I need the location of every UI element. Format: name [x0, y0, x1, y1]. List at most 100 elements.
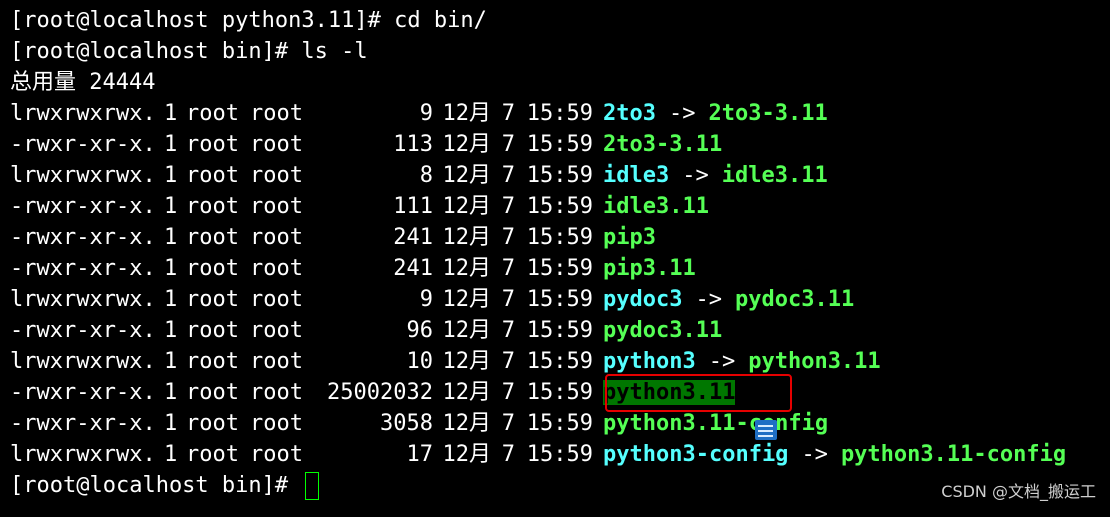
- file-name[interactable]: idle3.11: [603, 194, 709, 219]
- file-name[interactable]: 2to3-3.11: [603, 132, 722, 157]
- symlink-target[interactable]: python3.11: [748, 349, 880, 374]
- day: 7: [501, 132, 515, 157]
- symlink-target[interactable]: pydoc3.11: [735, 287, 854, 312]
- permissions: -rwxr-xr-x.: [10, 194, 156, 219]
- symlink-arrow: ->: [695, 287, 722, 312]
- time: 15:59: [526, 256, 593, 281]
- file-size: 17: [406, 442, 434, 467]
- list-popup-icon[interactable]: [755, 420, 777, 440]
- terminal-window[interactable]: [root@localhost python3.11]# cd bin/ [ro…: [0, 0, 1110, 517]
- month: 12月: [442, 101, 492, 126]
- symlink-target[interactable]: 2to3-3.11: [708, 101, 827, 126]
- day: 7: [501, 194, 515, 219]
- owner: root: [186, 287, 239, 312]
- file-name[interactable]: python3.11-config: [603, 411, 828, 436]
- link-count: 1: [164, 442, 178, 467]
- symlink-arrow: ->: [801, 442, 828, 467]
- link-count: 1: [164, 380, 178, 405]
- file-name[interactable]: python3-config: [603, 442, 788, 467]
- listing-row: -rwxr-xr-x. 1 root root 3058 12月 7 15:59 python3…: [10, 408, 1110, 439]
- symlink-target[interactable]: idle3.11: [722, 163, 828, 188]
- owner: root: [186, 132, 239, 157]
- owner: root: [186, 163, 239, 188]
- time: 15:59: [526, 287, 593, 312]
- link-count: 1: [164, 349, 178, 374]
- link-count: 1: [164, 132, 178, 157]
- command-text: ls -l: [301, 39, 368, 64]
- month: 12月: [442, 380, 492, 405]
- file-name[interactable]: pip3.11: [603, 256, 696, 281]
- link-count: 1: [164, 194, 178, 219]
- link-count: 1: [164, 101, 178, 126]
- time: 15:59: [526, 225, 593, 250]
- symlink-target[interactable]: python3.11-config: [841, 442, 1066, 467]
- command-line-ls: [root@localhost bin]# ls -l: [10, 36, 1110, 67]
- time: 15:59: [526, 318, 593, 343]
- day: 7: [501, 225, 515, 250]
- file-name[interactable]: pydoc3: [603, 287, 682, 312]
- owner: root: [186, 442, 239, 467]
- day: 7: [501, 101, 515, 126]
- permissions: -rwxr-xr-x.: [10, 318, 156, 343]
- listing-row: -rwxr-xr-x. 1 root root 25002032 12月 7 15:59 pyt…: [10, 377, 1110, 408]
- file-name[interactable]: 2to3: [603, 101, 656, 126]
- permissions: lrwxrwxrwx.: [10, 287, 156, 312]
- file-name[interactable]: idle3: [603, 163, 669, 188]
- time: 15:59: [526, 380, 593, 405]
- owner: root: [186, 349, 239, 374]
- listing-row: -rwxr-xr-x. 1 root root 113 12月 7 15:59 2to3-3.1…: [10, 129, 1110, 160]
- link-count: 1: [164, 318, 178, 343]
- group: root: [250, 287, 303, 312]
- symlink-arrow: ->: [708, 349, 736, 374]
- file-size: 10: [406, 349, 434, 374]
- group: root: [250, 380, 303, 405]
- time: 15:59: [526, 163, 593, 188]
- permissions: -rwxr-xr-x.: [10, 132, 156, 157]
- day: 7: [501, 256, 515, 281]
- cursor: [305, 472, 320, 500]
- listing-row: -rwxr-xr-x. 1 root root 241 12月 7 15:59 pip3.11: [10, 253, 1110, 284]
- group: root: [250, 194, 303, 219]
- link-count: 1: [164, 163, 178, 188]
- listing-row: -rwxr-xr-x. 1 root root 241 12月 7 15:59 pip3: [10, 222, 1110, 253]
- permissions: -rwxr-xr-x.: [10, 256, 156, 281]
- month: 12月: [442, 132, 492, 157]
- month: 12月: [442, 194, 492, 219]
- month: 12月: [442, 256, 492, 281]
- listing-row: lrwxrwxrwx. 1 root root 9 12月 7 15:59 pydoc3 -> py…: [10, 284, 1110, 315]
- owner: root: [186, 380, 239, 405]
- owner: root: [186, 411, 239, 436]
- file-name[interactable]: pydoc3.11: [603, 318, 722, 343]
- owner: root: [186, 256, 239, 281]
- listing-row: -rwxr-xr-x. 1 root root 96 12月 7 15:59 pydoc3.11: [10, 315, 1110, 346]
- permissions: -rwxr-xr-x.: [10, 380, 156, 405]
- month: 12月: [442, 442, 492, 467]
- file-size: 8: [419, 163, 433, 188]
- owner: root: [186, 194, 239, 219]
- file-size: 111: [393, 194, 433, 219]
- highlight-box: [605, 374, 792, 412]
- day: 7: [501, 380, 515, 405]
- day: 7: [501, 349, 515, 374]
- symlink-arrow: ->: [668, 101, 696, 126]
- prompt: [root@localhost bin]#: [10, 473, 302, 498]
- prompt: [root@localhost python3.11]#: [10, 8, 395, 33]
- file-name[interactable]: python3: [603, 349, 696, 374]
- month: 12月: [442, 318, 492, 343]
- month: 12月: [442, 349, 492, 374]
- command-text: cd bin/: [394, 8, 487, 33]
- day: 7: [501, 287, 515, 312]
- group: root: [250, 101, 303, 126]
- file-name[interactable]: pip3: [603, 225, 656, 250]
- file-size: 25002032: [327, 380, 433, 405]
- listing-row: lrwxrwxrwx. 1 root root 9 12月 7 15:59 2to3 -> 2to3…: [10, 98, 1110, 129]
- permissions: lrwxrwxrwx.: [10, 163, 156, 188]
- day: 7: [501, 442, 515, 467]
- group: root: [250, 132, 303, 157]
- link-count: 1: [164, 411, 178, 436]
- time: 15:59: [526, 132, 593, 157]
- symlink-arrow: ->: [682, 163, 709, 188]
- permissions: lrwxrwxrwx.: [10, 101, 156, 126]
- owner: root: [186, 318, 239, 343]
- time: 15:59: [526, 349, 593, 374]
